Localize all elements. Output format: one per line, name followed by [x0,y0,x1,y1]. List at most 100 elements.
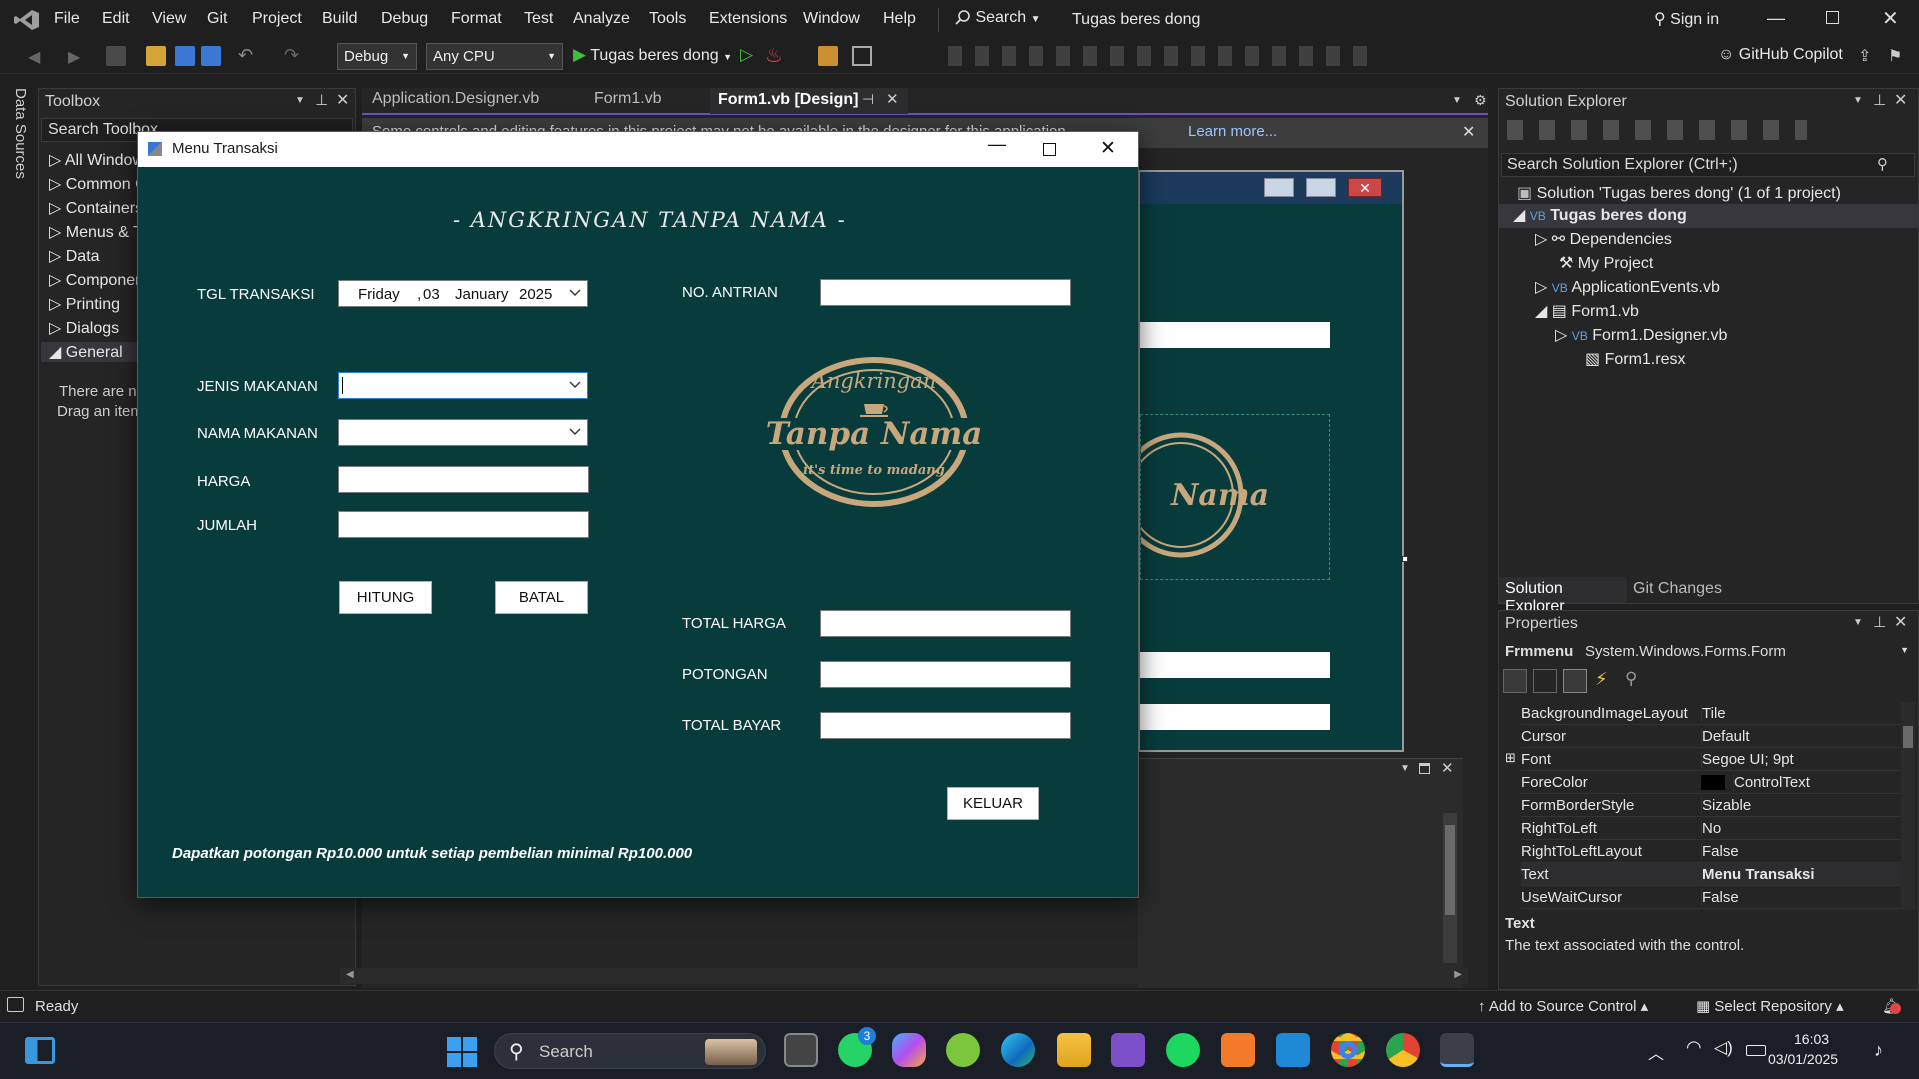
forward-icon[interactable]: ▶ [68,47,80,67]
close-icon[interactable]: ✕ [1894,90,1907,110]
scroll-left-icon[interactable]: ◀ [346,969,354,980]
menu-file[interactable]: File [54,10,80,28]
close-icon[interactable]: ✕ [1882,6,1899,31]
browse-icon[interactable] [818,46,838,66]
menu-test[interactable]: Test [524,10,553,28]
alphabetical-icon[interactable] [1533,669,1557,693]
chevron-up-icon[interactable]: ︿ [1648,1040,1664,1064]
battery-icon[interactable] [1746,1045,1766,1056]
edge-icon[interactable] [1001,1033,1035,1067]
my-project-node[interactable]: ⚒ My Project [1559,253,1653,273]
solution-explorer-search-input[interactable]: Search Solution Explorer (Ctrl+;) [1501,153,1915,177]
panel-menu-icon[interactable]: ▼ [1853,617,1863,628]
solution-platform-select[interactable]: Any CPU ▼ [426,43,563,70]
categorized-icon[interactable] [1503,669,1527,693]
nama-makanan-combobox[interactable] [338,419,588,446]
form1-node[interactable]: ◢ ▤ Form1.vb [1535,301,1639,321]
resize-handle[interactable] [1402,556,1408,562]
close-icon[interactable]: ✕ [1100,137,1116,160]
panel-menu-icon[interactable]: ▼ [1853,95,1863,106]
menu-project[interactable]: Project [252,10,302,28]
close-icon[interactable]: ✕ [1894,612,1907,632]
solution-node[interactable]: ▣ Solution 'Tugas beres dong' (1 of 1 pr… [1517,183,1841,203]
menu-view[interactable]: View [152,10,186,28]
close-icon[interactable]: ✕ [336,90,349,110]
form-titlebar[interactable]: Menu Transaksi — ✕ [138,132,1138,167]
tab-form1-vb[interactable]: Form1.vb [594,90,662,114]
task-view-icon[interactable] [784,1033,818,1067]
property-value[interactable]: Default [1701,728,1750,745]
learn-more-link[interactable]: Learn more... [1188,123,1277,140]
menu-help[interactable]: Help [883,10,916,28]
running-app-icon[interactable] [1440,1033,1474,1067]
feedback-icon[interactable]: ⚑ [1888,46,1902,66]
property-row[interactable]: Cursor Default [1521,725,1913,748]
minimize-icon[interactable]: — [1767,8,1785,29]
whatsapp-icon[interactable]: 3 [838,1027,876,1067]
property-value[interactable]: Menu Transaksi [1701,866,1815,883]
widgets-icon[interactable] [25,1037,55,1064]
property-row[interactable]: UseWaitCursor False [1521,886,1913,909]
chrome-profile-icon[interactable] [1386,1033,1420,1067]
notification-box-icon[interactable] [7,997,24,1012]
close-icon[interactable]: ✕ [1462,122,1475,142]
share-icon[interactable]: ⇪ [1858,46,1871,66]
form1-resx-node[interactable]: ▧ Form1.resx [1585,349,1685,369]
volume-icon[interactable]: ◁) [1714,1038,1733,1058]
open-folder-icon[interactable] [146,46,166,66]
search-icon[interactable]: ⚲ [1877,155,1888,173]
keluar-button[interactable]: KELUAR [947,787,1039,820]
property-value[interactable]: False [1701,843,1739,860]
hot-reload-icon[interactable]: ♨ [765,43,783,68]
taskbar-search-box[interactable]: ⚲ Search [494,1033,766,1069]
back-icon[interactable]: ◀ [28,47,40,67]
clock-date[interactable]: 03/01/2025 [1768,1051,1838,1067]
dependencies-node[interactable]: ▷ ⚯ Dependencies [1535,229,1672,249]
toolbox-group-data[interactable]: ▷ Data [49,246,100,266]
output-scrollbar[interactable] [1443,813,1457,963]
property-row-selected[interactable]: Text Menu Transaksi [1521,863,1913,886]
menu-extensions[interactable]: Extensions [709,10,787,28]
copilot-button[interactable]: ☺ GitHub Copilot [1718,46,1843,64]
property-value[interactable]: False [1701,889,1739,906]
properties-icon[interactable] [1563,669,1587,693]
tab-overflow-icon[interactable]: ▼ [1452,95,1462,106]
start-debugging-button[interactable]: ▶ Tugas beres dong ▼ [573,45,732,65]
pin-icon[interactable]: ⊥ [1873,613,1886,631]
start-windows-icon[interactable] [447,1037,477,1067]
property-row[interactable]: FormBorderStyle Sizable [1521,794,1913,817]
spotify-icon[interactable] [1166,1033,1200,1067]
jenis-makanan-combobox[interactable] [338,372,588,399]
visual-studio-icon[interactable] [1111,1033,1145,1067]
property-value[interactable]: No [1701,820,1721,837]
wifi-icon[interactable]: ◠ [1686,1037,1702,1058]
property-pages-icon[interactable]: ⚲ [1625,669,1637,689]
total-bayar-textbox[interactable] [820,712,1071,739]
form1-designer-node[interactable]: ▷ VB Form1.Designer.vb [1555,325,1727,345]
toolbox-group-printing[interactable]: ▷ Printing [49,294,120,314]
menu-debug[interactable]: Debug [381,10,428,28]
maximize-icon[interactable] [1419,763,1430,774]
scrollbar-thumb[interactable] [1903,726,1913,748]
editor-horizontal-scrollbar[interactable]: ◀ ▶ [340,968,1468,984]
property-row[interactable]: RightToLeft No [1521,817,1913,840]
notifications-icon[interactable]: 🔔︎ [1882,997,1901,1015]
property-row[interactable]: ForeColor ControlText [1521,771,1913,794]
layout-icon[interactable] [852,46,872,66]
property-value[interactable]: Sizable [1701,797,1751,814]
expand-icon[interactable]: ⊞ [1505,750,1516,766]
tab-application-designer[interactable]: Application.Designer.vb [372,90,539,114]
menu-build[interactable]: Build [322,10,358,28]
search-menu[interactable]: Search ▼ [955,9,1041,27]
scrollbar-thumb[interactable] [1445,825,1455,915]
chevron-down-icon[interactable] [569,428,581,436]
harga-textbox[interactable] [338,466,589,493]
solution-configuration-select[interactable]: Debug ▼ [337,43,417,70]
application-events-node[interactable]: ▷ VB ApplicationEvents.vb [1535,277,1720,297]
designer-form-preview[interactable]: ✕ Nama [1138,170,1408,752]
property-row[interactable]: RightToLeftLayout False [1521,840,1913,863]
minimize-icon[interactable]: — [988,134,1006,155]
jumlah-textbox[interactable] [338,511,589,538]
save-all-icon[interactable] [201,46,221,66]
chrome-icon[interactable] [1331,1033,1365,1067]
